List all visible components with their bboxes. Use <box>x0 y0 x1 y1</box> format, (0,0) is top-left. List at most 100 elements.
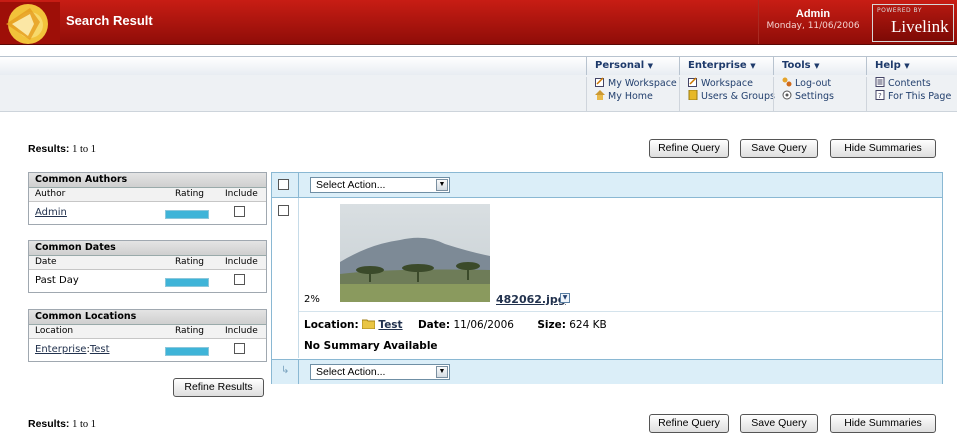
page-title: Search Result <box>66 13 153 28</box>
results-count-top: Results: 1 to 1 <box>28 143 96 155</box>
facet-columns: Date Rating Include <box>29 256 266 270</box>
folder-icon <box>361 319 376 330</box>
contents-link[interactable]: Contents <box>875 77 951 90</box>
menu-tools[interactable]: Tools ▼ <box>773 57 866 75</box>
common-authors-panel: Common Authors Author Rating Include Adm… <box>28 172 267 225</box>
my-workspace-link[interactable]: My Workspace <box>595 77 677 90</box>
logout-link[interactable]: Log-out <box>782 77 834 90</box>
for-this-page-link[interactable]: ? For This Page <box>875 90 951 103</box>
date-column: Date <box>35 257 57 267</box>
refine-query-button[interactable]: Refine Query <box>649 414 729 433</box>
enterprise-link[interactable]: Enterprise <box>35 344 86 355</box>
include-column: Include <box>225 257 258 267</box>
contents-label: Contents <box>888 78 931 89</box>
results-range: 1 to 1 <box>72 419 96 430</box>
menu-tools-label: Tools <box>782 60 811 71</box>
select-action-value: Select Action... <box>316 366 386 378</box>
for-this-page-label: For This Page <box>888 91 952 102</box>
save-query-button[interactable]: Save Query <box>740 139 818 158</box>
result-thumbnail[interactable] <box>340 204 490 302</box>
action-bar-bottom: ↳ Select Action... ▼ <box>272 359 942 384</box>
chevron-down-icon: ▼ <box>904 62 910 70</box>
menu-personal[interactable]: Personal ▼ <box>586 57 679 75</box>
author-admin-link[interactable]: Admin <box>35 207 67 218</box>
rating-column: Rating <box>175 257 205 267</box>
refine-results-button[interactable]: Refine Results <box>173 378 264 397</box>
result-select-checkbox[interactable] <box>278 205 289 216</box>
size-value: 624 KB <box>569 319 607 331</box>
settings-link[interactable]: Settings <box>782 90 834 103</box>
result-metadata: Location: Test Date: 11/06/2006 Size: 62… <box>304 318 607 331</box>
column-divider <box>298 198 299 358</box>
select-action-value: Select Action... <box>316 179 386 191</box>
users-groups-label: Users & Groups <box>701 91 775 102</box>
column-divider <box>298 360 299 384</box>
chevron-down-icon[interactable]: ▼ <box>436 179 448 191</box>
user-name[interactable]: Admin <box>759 8 867 20</box>
result-item: 2% 482062.jpg ▼ Location: Test Date: 11/… <box>272 198 942 358</box>
include-column: Include <box>225 326 258 336</box>
chevron-down-icon: ▼ <box>814 62 820 70</box>
author-column: Author <box>35 189 66 199</box>
menu-help-label: Help <box>875 60 901 71</box>
rating-bar <box>165 278 209 287</box>
current-date: Monday, 11/06/2006 <box>766 21 860 31</box>
common-locations-title: Common Locations <box>29 310 266 325</box>
settings-icon <box>782 90 792 100</box>
select-action-dropdown[interactable]: Select Action... ▼ <box>310 177 450 193</box>
users-icon <box>688 90 698 100</box>
action-bar-top: Select Action... ▼ <box>272 173 942 198</box>
chevron-down-icon[interactable]: ▼ <box>436 366 448 378</box>
select-action-dropdown[interactable]: Select Action... ▼ <box>310 364 450 380</box>
rating-column: Rating <box>175 189 205 199</box>
workspace-icon <box>595 77 604 87</box>
hide-summaries-button[interactable]: Hide Summaries <box>830 414 936 433</box>
logout-label: Log-out <box>795 78 832 89</box>
rating-bar <box>165 210 209 219</box>
return-arrow-icon: ↳ <box>281 365 290 376</box>
results-range: 1 to 1 <box>72 144 96 155</box>
hide-summaries-button[interactable]: Hide Summaries <box>830 139 936 158</box>
include-checkbox[interactable] <box>234 343 245 354</box>
rating-column: Rating <box>175 326 205 336</box>
common-locations-panel: Common Locations Location Rating Include… <box>28 309 267 362</box>
separator <box>299 311 942 312</box>
menu-bar: Personal ▼ Enterprise ▼ Tools ▼ Help ▼ <box>0 56 957 76</box>
include-checkbox[interactable] <box>234 206 245 217</box>
facet-columns: Author Rating Include <box>29 188 266 202</box>
personal-links: My Workspace My Home <box>586 77 677 111</box>
location-link[interactable]: Test <box>378 319 402 331</box>
app-logo-icon <box>0 2 60 44</box>
chevron-down-icon: ▼ <box>647 62 654 70</box>
function-menu-icon[interactable]: ▼ <box>560 293 570 303</box>
svg-text:?: ? <box>878 92 882 100</box>
common-dates-panel: Common Dates Date Rating Include Past Da… <box>28 240 267 293</box>
result-list: Select Action... ▼ 2% 482062.jpg ▼ Locat… <box>271 172 943 384</box>
brand-name: Livelink <box>891 17 949 36</box>
menu-enterprise[interactable]: Enterprise ▼ <box>679 57 773 75</box>
my-home-label: My Home <box>608 91 653 102</box>
facet-row: Admin <box>29 202 266 224</box>
my-home-link[interactable]: My Home <box>595 90 677 103</box>
size-label: Size: <box>537 319 566 331</box>
column-divider <box>298 173 299 197</box>
test-link[interactable]: Test <box>90 344 110 355</box>
help-links: Contents ? For This Page <box>866 77 951 111</box>
include-checkbox[interactable] <box>234 274 245 285</box>
my-workspace-label: My Workspace <box>608 78 677 89</box>
relevance-score: 2% <box>304 294 320 305</box>
menu-help[interactable]: Help ▼ <box>866 57 957 75</box>
enterprise-workspace-link[interactable]: Workspace <box>688 77 775 90</box>
result-filename-link[interactable]: 482062.jpg <box>496 293 566 306</box>
user-info: Admin Monday, 11/06/2006 <box>758 0 867 44</box>
location-path: Enterprise:Test <box>35 344 110 355</box>
refine-query-button[interactable]: Refine Query <box>649 139 729 158</box>
date-value: 11/06/2006 <box>453 319 514 331</box>
logout-icon <box>782 77 792 87</box>
menu-personal-label: Personal <box>595 60 645 71</box>
users-groups-link[interactable]: Users & Groups <box>688 90 775 103</box>
workspace-label: Workspace <box>701 78 753 89</box>
select-all-checkbox[interactable] <box>278 179 289 190</box>
save-query-button[interactable]: Save Query <box>740 414 818 433</box>
results-count-bottom: Results: 1 to 1 <box>28 418 96 430</box>
